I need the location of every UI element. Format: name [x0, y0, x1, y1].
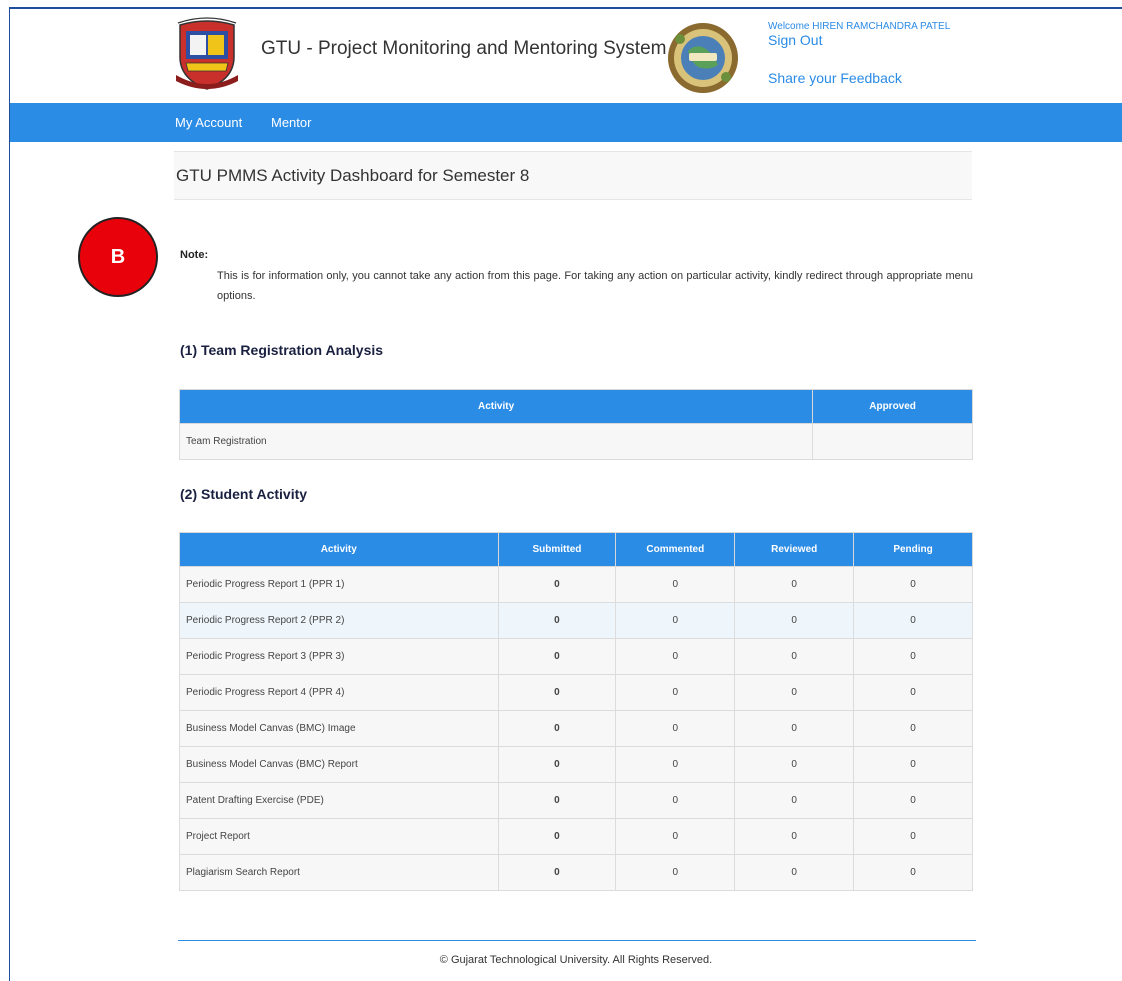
pending-cell: 0	[853, 566, 973, 603]
column-header-pending: Pending	[853, 532, 973, 567]
submitted-cell: 0	[497, 746, 617, 783]
table-row: Periodic Progress Report 2 (PPR 2) 0 0 0 0	[179, 602, 973, 639]
commented-cell: 0	[615, 746, 736, 783]
submitted-cell: 0	[497, 782, 617, 819]
activity-cell: Periodic Progress Report 4 (PPR 4)	[179, 674, 499, 711]
main-navbar: My Account Mentor	[10, 103, 1122, 142]
commented-cell: 0	[615, 566, 736, 603]
table-row: Periodic Progress Report 3 (PPR 3) 0 0 0 0	[179, 638, 973, 675]
activity-cell: Patent Drafting Exercise (PDE)	[179, 782, 499, 819]
commented-cell: 0	[615, 710, 736, 747]
submitted-cell: 0	[497, 638, 617, 675]
column-header-reviewed: Reviewed	[734, 532, 855, 567]
sign-out-link[interactable]: Sign Out	[768, 32, 822, 48]
table-header-row: Activity Approved	[178, 389, 973, 424]
column-header-submitted: Submitted	[497, 532, 617, 567]
pending-cell: 0	[853, 746, 973, 783]
commented-cell: 0	[615, 674, 736, 711]
note-label: Note:	[180, 249, 209, 261]
commented-cell: 0	[615, 638, 736, 675]
pending-cell: 0	[853, 710, 973, 747]
submitted-cell: 0	[497, 710, 617, 747]
column-header-commented: Commented	[615, 532, 736, 567]
annotation-marker-b: B	[78, 217, 158, 297]
commented-cell: 0	[615, 602, 736, 639]
table-row: Project Report 0 0 0 0	[179, 818, 973, 855]
reviewed-cell: 0	[734, 638, 855, 675]
commented-cell: 0	[615, 854, 736, 891]
pending-cell: 0	[853, 854, 973, 891]
activity-cell: Periodic Progress Report 2 (PPR 2)	[179, 602, 499, 639]
submitted-cell: 0	[497, 854, 617, 891]
submitted-cell: 0	[497, 566, 617, 603]
share-feedback-link[interactable]: Share your Feedback	[768, 70, 902, 86]
table-row: Team Registration	[178, 423, 973, 460]
activity-cell: Periodic Progress Report 3 (PPR 3)	[179, 638, 499, 675]
column-header-activity: Activity	[178, 389, 814, 424]
activity-cell: Periodic Progress Report 1 (PPR 1)	[179, 566, 499, 603]
column-header-approved: Approved	[812, 389, 973, 424]
submitted-cell: 0	[497, 818, 617, 855]
reviewed-cell: 0	[734, 746, 855, 783]
commented-cell: 0	[615, 782, 736, 819]
activity-cell: Team Registration	[178, 423, 814, 460]
gtu-crest-logo-icon	[176, 17, 238, 90]
student-activity-heading: (2) Student Activity	[180, 486, 308, 502]
submitted-cell: 0	[497, 674, 617, 711]
note-text: This is for information only, you cannot…	[217, 270, 973, 302]
table-row: Periodic Progress Report 4 (PPR 4) 0 0 0 0	[179, 674, 973, 711]
student-activity-table: Activity Submitted Commented Reviewed Pe…	[179, 532, 973, 891]
table-row: Periodic Progress Report 1 (PPR 1) 0 0 0 0	[179, 566, 973, 603]
welcome-text: Welcome HIREN RAMCHANDRA PATEL	[768, 21, 951, 32]
team-registration-table: Activity Approved Team Registration	[178, 389, 973, 460]
reviewed-cell: 0	[734, 782, 855, 819]
pending-cell: 0	[853, 818, 973, 855]
activity-cell: Plagiarism Search Report	[179, 854, 499, 891]
nav-item-my-account[interactable]: My Account	[175, 115, 242, 130]
team-registration-heading: (1) Team Registration Analysis	[180, 342, 384, 358]
reviewed-cell: 0	[734, 566, 855, 603]
reviewed-cell: 0	[734, 602, 855, 639]
table-row: Business Model Canvas (BMC) Image 0 0 0 0	[179, 710, 973, 747]
reviewed-cell: 0	[734, 710, 855, 747]
page-title: GTU PMMS Activity Dashboard for Semester…	[176, 166, 530, 185]
app-title: GTU - Project Monitoring and Mentoring S…	[261, 38, 667, 59]
activity-cell: Project Report	[179, 818, 499, 855]
pending-cell: 0	[853, 674, 973, 711]
approved-cell	[812, 423, 973, 460]
activity-cell: Business Model Canvas (BMC) Report	[179, 746, 499, 783]
innovation-globe-logo-icon	[668, 23, 738, 93]
table-row: Plagiarism Search Report 0 0 0 0	[179, 854, 973, 891]
pending-cell: 0	[853, 638, 973, 675]
window-left-border	[9, 7, 10, 981]
table-row: Patent Drafting Exercise (PDE) 0 0 0 0	[179, 782, 973, 819]
pending-cell: 0	[853, 782, 973, 819]
nav-item-mentor[interactable]: Mentor	[271, 115, 311, 130]
footer-copyright: © Gujarat Technological University. All …	[439, 954, 713, 966]
reviewed-cell: 0	[734, 674, 855, 711]
window-top-border	[9, 7, 1122, 9]
reviewed-cell: 0	[734, 818, 855, 855]
commented-cell: 0	[615, 818, 736, 855]
table-row: Business Model Canvas (BMC) Report 0 0 0 0	[179, 746, 973, 783]
activity-cell: Business Model Canvas (BMC) Image	[179, 710, 499, 747]
footer-divider	[178, 940, 976, 941]
table-header-row: Activity Submitted Commented Reviewed Pe…	[179, 532, 973, 567]
column-header-activity: Activity	[179, 532, 499, 567]
submitted-cell: 0	[497, 602, 617, 639]
reviewed-cell: 0	[734, 854, 855, 891]
pending-cell: 0	[853, 602, 973, 639]
